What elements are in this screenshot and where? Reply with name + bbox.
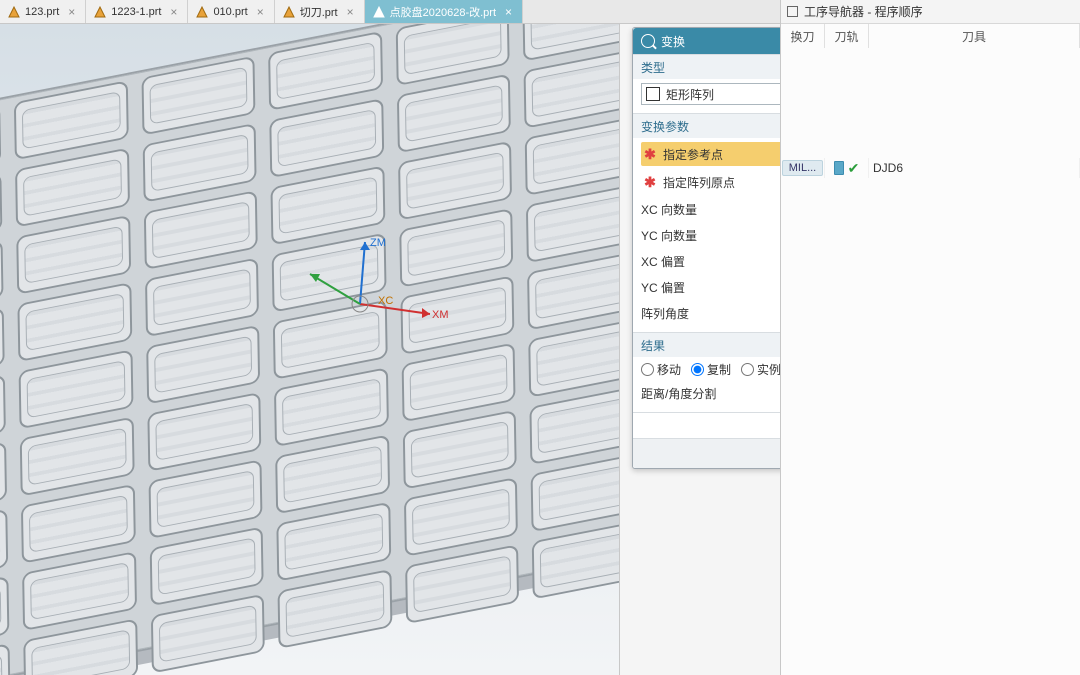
section-header-type: 类型 xyxy=(641,59,665,76)
model-viewport[interactable]: XM ZM XC xyxy=(0,24,620,675)
part-icon xyxy=(196,6,208,18)
close-icon[interactable]: × xyxy=(505,6,512,18)
file-tab-strip: 123.prt × 1223-1.prt × 010.prt × 切刀.prt … xyxy=(0,0,780,24)
model-plate xyxy=(0,24,619,675)
section-header-params: 变换参数 xyxy=(641,118,689,135)
col-header-change-tool[interactable]: 换刀 xyxy=(781,24,825,48)
search-icon[interactable] xyxy=(641,34,655,48)
file-tab-label: 010.prt xyxy=(213,6,247,18)
section-header-result: 结果 xyxy=(641,337,665,354)
operation-navigator: 工序导航器 - 程序顺序 换刀 刀轨 刀具 MIL... ✔ DJD6 xyxy=(780,0,1080,675)
part-icon xyxy=(283,6,295,18)
table-row[interactable]: MIL... ✔ DJD6 xyxy=(781,158,1080,178)
body-area: XM ZM XC 变换 ↶ ✕ 类型 ˄ xyxy=(0,24,1080,675)
operation-chip[interactable]: MIL... xyxy=(782,160,824,176)
radio-instance[interactable]: 实例 xyxy=(741,361,781,378)
col-header-tool[interactable]: 刀具 xyxy=(869,24,1080,48)
file-tab[interactable]: 010.prt × xyxy=(188,0,274,23)
navigator-title: 工序导航器 - 程序顺序 xyxy=(804,3,923,20)
part-icon xyxy=(373,6,385,18)
file-tab-active[interactable]: 点胶盘2020628-改.prt × xyxy=(365,0,523,23)
required-asterisk-icon: ✱ xyxy=(643,174,657,191)
tool-name: DJD6 xyxy=(873,161,903,175)
close-icon[interactable]: × xyxy=(347,6,354,18)
file-tab[interactable]: 切刀.prt × xyxy=(275,0,365,23)
checkbox-icon[interactable] xyxy=(787,6,798,17)
file-tab[interactable]: 123.prt × xyxy=(0,0,86,23)
file-tab[interactable]: 1223-1.prt × xyxy=(86,0,188,23)
part-icon xyxy=(8,6,20,18)
col-header-toolpath[interactable]: 刀轨 xyxy=(825,24,869,48)
radio-copy[interactable]: 复制 xyxy=(691,361,731,378)
file-tab-label: 123.prt xyxy=(25,6,59,18)
file-tab-label: 切刀.prt xyxy=(300,4,338,20)
close-icon[interactable]: × xyxy=(68,6,75,18)
file-tab-label: 1223-1.prt xyxy=(111,6,161,18)
checkmark-icon: ✔ xyxy=(848,160,860,177)
part-icon xyxy=(94,6,106,18)
close-icon[interactable]: × xyxy=(257,6,264,18)
navigator-columns: 换刀 刀轨 刀具 xyxy=(781,24,1080,48)
radio-move[interactable]: 移动 xyxy=(641,361,681,378)
navigator-title-bar[interactable]: 工序导航器 - 程序顺序 xyxy=(781,0,1080,24)
file-tab-label: 点胶盘2020628-改.prt xyxy=(390,4,496,20)
required-asterisk-icon: ✱ xyxy=(643,146,657,163)
rect-array-icon xyxy=(646,87,660,101)
close-icon[interactable]: × xyxy=(170,6,177,18)
navigator-body[interactable]: MIL... ✔ DJD6 xyxy=(781,48,1080,675)
toolpath-icon xyxy=(834,161,844,175)
